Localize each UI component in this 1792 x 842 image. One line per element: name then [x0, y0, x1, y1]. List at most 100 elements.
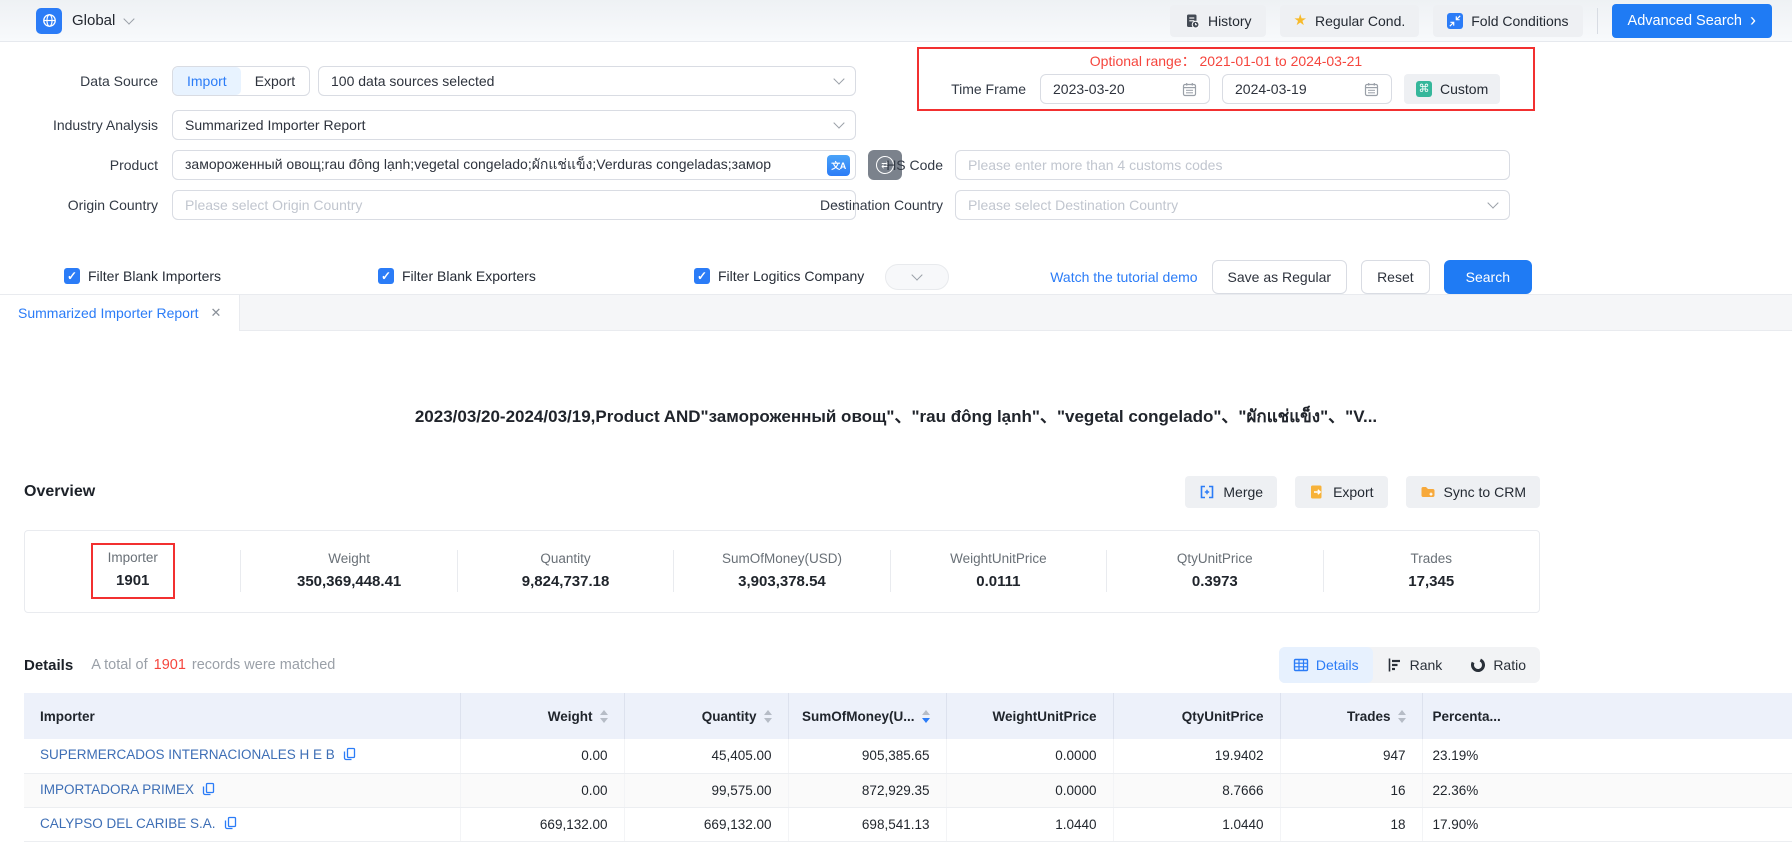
sort-icon[interactable]	[1398, 710, 1406, 723]
product-input[interactable]: замороженный овощ;rau đông lạnh;vegetal …	[172, 150, 856, 180]
sort-desc-icon[interactable]	[922, 710, 930, 723]
collapse-conditions-button[interactable]	[885, 264, 949, 290]
hs-code-input[interactable]	[968, 157, 1497, 173]
date-end-value: 2024-03-19	[1235, 81, 1307, 97]
view-ratio-button[interactable]: Ratio	[1456, 647, 1540, 683]
pie-chart-icon	[1470, 657, 1486, 673]
product-value: замороженный овощ;rau đông lạnh;vegetal …	[185, 154, 771, 176]
topbar: Global History ★ Regular Cond. Fold Cond…	[0, 0, 1792, 42]
filter-blank-importers-checkbox[interactable]: ✓ Filter Blank Importers	[64, 268, 221, 284]
cell-percentage: 17.90%	[1422, 807, 1792, 841]
sort-icon[interactable]	[764, 710, 772, 723]
filter-blank-exporters-checkbox[interactable]: ✓ Filter Blank Exporters	[378, 268, 536, 284]
cell-sum: 872,929.35	[788, 773, 946, 807]
data-sources-select[interactable]: 100 data sources selected	[318, 66, 856, 96]
col-percentage: Percenta...	[1422, 693, 1792, 739]
chevron-down-icon	[911, 269, 922, 280]
view-details-button[interactable]: Details	[1279, 647, 1373, 683]
importer-link[interactable]: CALYPSO DEL CARIBE S.A.	[40, 816, 216, 831]
annotation-box-importer: Importer 1901	[91, 543, 175, 599]
copy-icon[interactable]	[343, 749, 356, 764]
stat-value: 9,824,737.18	[458, 573, 673, 590]
cell-qup: 1.0440	[1113, 807, 1280, 841]
tab-summarized-importer-report[interactable]: Summarized Importer Report ✕	[0, 295, 240, 331]
custom-range-button[interactable]: ⌘ Custom	[1404, 74, 1500, 104]
cell-trades: 947	[1280, 739, 1422, 773]
search-button[interactable]: Search	[1444, 260, 1532, 294]
stat-label: Importer	[108, 550, 158, 565]
destination-country-placeholder: Please select Destination Country	[968, 197, 1178, 213]
importer-link[interactable]: IMPORTADORA PRIMEX	[40, 782, 194, 797]
topbar-divider	[1597, 8, 1598, 34]
col-trades[interactable]: Trades	[1280, 693, 1422, 739]
industry-analysis-value: Summarized Importer Report	[185, 117, 366, 133]
col-qty-unit-price: QtyUnitPrice	[1113, 693, 1280, 739]
view-rank-button[interactable]: Rank	[1373, 647, 1457, 683]
cell-qup: 19.9402	[1113, 739, 1280, 773]
stat-value: 0.3973	[1107, 573, 1322, 590]
stat-label: Weight	[241, 551, 456, 566]
table-row: SUPERMERCADOS INTERNACIONALES H E B 0.00…	[24, 739, 1792, 773]
import-tab[interactable]: Import	[173, 67, 241, 95]
date-start-input[interactable]: 2023-03-20	[1040, 74, 1210, 104]
col-label: Percenta...	[1433, 709, 1501, 724]
history-button[interactable]: History	[1170, 5, 1266, 37]
chevron-down-icon[interactable]	[124, 13, 135, 24]
col-label: Importer	[40, 709, 95, 724]
data-source-toggle: Import Export	[172, 66, 310, 96]
fold-icon	[1447, 13, 1463, 29]
export-tab[interactable]: Export	[241, 67, 309, 95]
destination-country-select[interactable]: Please select Destination Country	[955, 190, 1510, 220]
col-label: QtyUnitPrice	[1182, 709, 1264, 724]
hs-code-label: HS Code	[783, 150, 943, 180]
stat-qty-unit-price: QtyUnitPrice 0.3973	[1107, 543, 1322, 599]
origin-country-select[interactable]: Please select Origin Country	[172, 190, 856, 220]
col-label: SumOfMoney(U...	[802, 709, 915, 724]
cell-wup: 0.0000	[946, 773, 1113, 807]
stat-weight-unit-price: WeightUnitPrice 0.0111	[891, 543, 1106, 599]
tutorial-demo-link[interactable]: Watch the tutorial demo	[1050, 269, 1197, 285]
sort-icon[interactable]	[600, 710, 608, 723]
filter-logistics-company-label: Filter Logitics Company	[718, 268, 864, 284]
cell-percentage: 22.36%	[1422, 773, 1792, 807]
col-weight[interactable]: Weight	[460, 693, 624, 739]
stat-importer: Importer 1901	[25, 543, 240, 599]
reset-button[interactable]: Reset	[1361, 260, 1430, 294]
sync-to-crm-button[interactable]: Sync to CRM	[1406, 476, 1540, 508]
stat-label: Quantity	[458, 551, 673, 566]
summary-suffix: records were matched	[192, 657, 335, 673]
filter-blank-exporters-label: Filter Blank Exporters	[402, 268, 536, 284]
fold-conditions-button[interactable]: Fold Conditions	[1433, 5, 1582, 37]
form-divider	[0, 294, 1792, 295]
regular-cond-button[interactable]: ★ Regular Cond.	[1280, 5, 1420, 37]
cell-weight: 669,132.00	[460, 807, 624, 841]
industry-analysis-select[interactable]: Summarized Importer Report	[172, 110, 856, 140]
col-quantity[interactable]: Quantity	[624, 693, 788, 739]
chevron-right-icon: ›	[1750, 11, 1756, 29]
export-button[interactable]: Export	[1295, 476, 1387, 508]
stat-value: 17,345	[1324, 573, 1539, 590]
overview-heading: Overview	[24, 483, 95, 501]
filter-logistics-company-checkbox[interactable]: ✓ Filter Logitics Company	[694, 268, 864, 284]
cell-sum: 698,541.13	[788, 807, 946, 841]
export-icon	[1309, 484, 1325, 500]
copy-icon[interactable]	[202, 784, 215, 799]
calendar-icon[interactable]	[1364, 82, 1379, 97]
chevron-down-icon	[1487, 197, 1498, 208]
fold-conditions-button-label: Fold Conditions	[1471, 13, 1568, 29]
advanced-search-button[interactable]: Advanced Search ›	[1612, 4, 1772, 38]
overview-stats-card: Importer 1901 Weight 350,369,448.41 Quan…	[24, 530, 1540, 613]
col-sum-of-money[interactable]: SumOfMoney(U...	[788, 693, 946, 739]
stat-label: SumOfMoney(USD)	[674, 551, 889, 566]
merge-button[interactable]: Merge	[1185, 476, 1277, 508]
calendar-icon[interactable]	[1182, 82, 1197, 97]
date-end-input[interactable]: 2024-03-19	[1222, 74, 1392, 104]
save-as-regular-button[interactable]: Save as Regular	[1212, 260, 1348, 294]
cell-wup: 1.0440	[946, 807, 1113, 841]
checkbox-checked-icon: ✓	[694, 268, 710, 284]
copy-icon[interactable]	[224, 818, 237, 833]
cell-qup: 8.7666	[1113, 773, 1280, 807]
importer-link[interactable]: SUPERMERCADOS INTERNACIONALES H E B	[40, 747, 335, 762]
close-icon[interactable]: ✕	[211, 305, 222, 321]
match-summary: A total of1901records were matched	[91, 657, 335, 673]
